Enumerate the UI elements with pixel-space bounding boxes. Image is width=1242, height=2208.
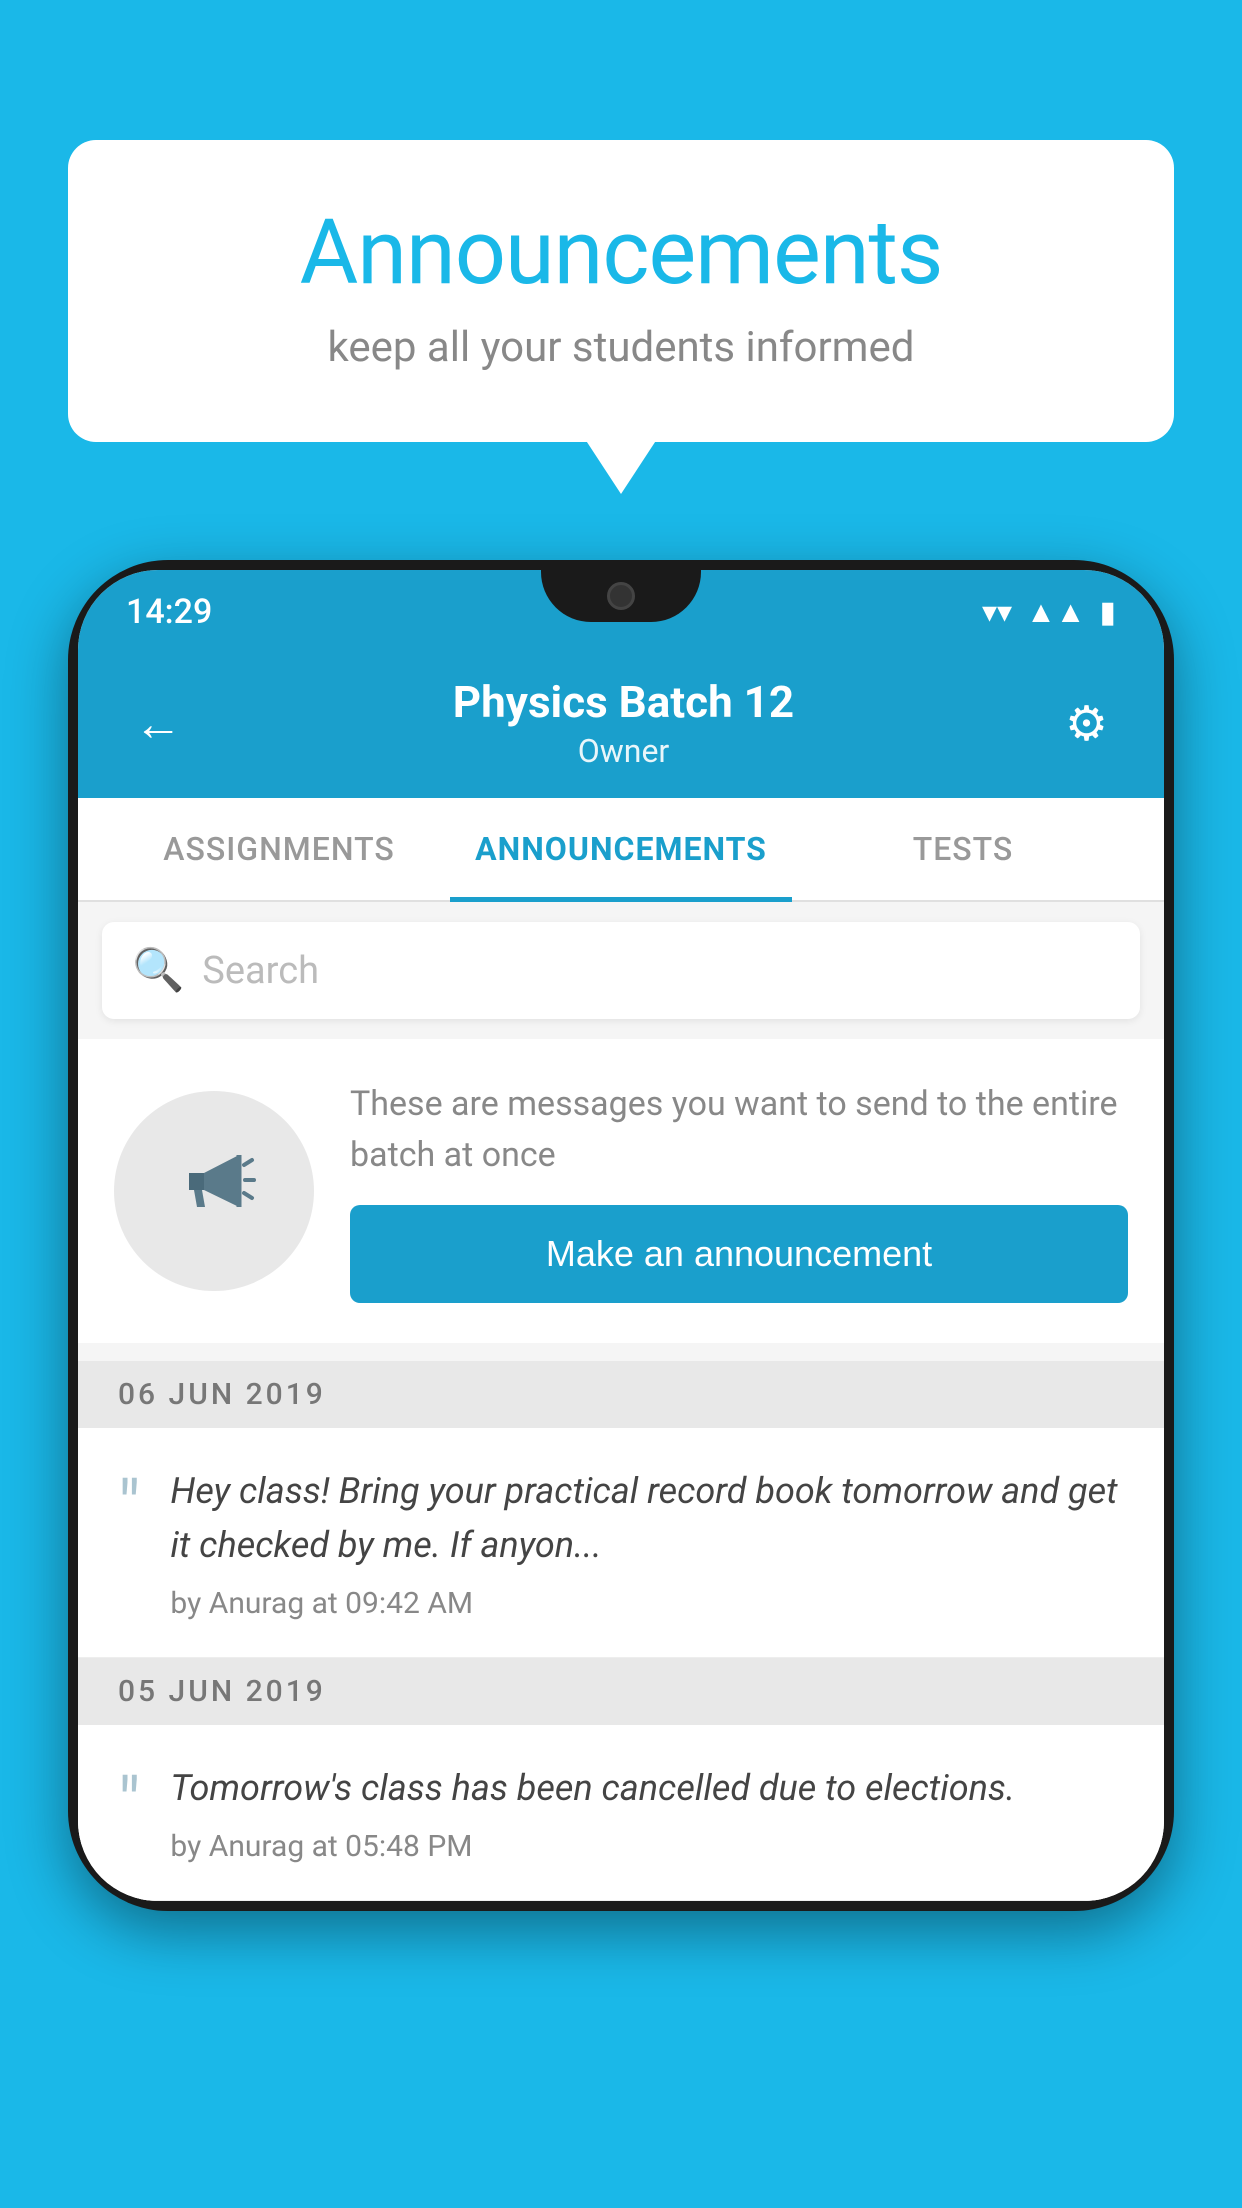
tab-announcements[interactable]: ANNOUNCEMENTS — [450, 798, 792, 900]
back-button[interactable]: ← — [126, 687, 190, 760]
app-bar-title: Physics Batch 12 — [453, 676, 794, 728]
phone-screen: 14:29 ▾▾ ▲▲ ▮ ← Physics Batch 12 Owner ⚙ — [78, 570, 1164, 1901]
status-icons: ▾▾ ▲▲ ▮ — [982, 595, 1116, 630]
promo-block: These are messages you want to send to t… — [78, 1039, 1164, 1343]
date-divider-2: 05 JUN 2019 — [78, 1658, 1164, 1725]
status-bar: 14:29 ▾▾ ▲▲ ▮ — [78, 570, 1164, 648]
status-time: 14:29 — [126, 592, 212, 632]
camera-notch — [607, 582, 635, 610]
date-divider-1: 06 JUN 2019 — [78, 1361, 1164, 1428]
promo-description: These are messages you want to send to t… — [350, 1079, 1128, 1181]
wifi-icon: ▾▾ — [982, 595, 1012, 630]
megaphone-icon — [169, 1135, 259, 1247]
tab-tests[interactable]: TESTS — [792, 798, 1134, 900]
announcement-item-2[interactable]: " Tomorrow's class has been cancelled du… — [78, 1725, 1164, 1901]
phone-wrapper: 14:29 ▾▾ ▲▲ ▮ ← Physics Batch 12 Owner ⚙ — [68, 560, 1174, 2208]
search-icon: 🔍 — [132, 946, 184, 995]
promo-right: These are messages you want to send to t… — [350, 1079, 1128, 1303]
tab-assignments[interactable]: ASSIGNMENTS — [108, 798, 450, 900]
content-area: 🔍 Search — [78, 922, 1164, 1901]
announcement-text-1: Hey class! Bring your practical record b… — [170, 1464, 1124, 1572]
speech-bubble: Announcements keep all your students inf… — [68, 140, 1174, 442]
app-bar-subtitle: Owner — [453, 732, 794, 770]
announcement-text-2: Tomorrow's class has been cancelled due … — [170, 1761, 1015, 1815]
make-announcement-button[interactable]: Make an announcement — [350, 1205, 1128, 1303]
app-bar: ← Physics Batch 12 Owner ⚙ — [78, 648, 1164, 798]
announcement-meta-2: by Anurag at 05:48 PM — [170, 1829, 1015, 1864]
announcement-item-1[interactable]: " Hey class! Bring your practical record… — [78, 1428, 1164, 1658]
app-bar-center: Physics Batch 12 Owner — [453, 676, 794, 770]
quote-icon-2: " — [118, 1769, 140, 1839]
phone-mockup: 14:29 ▾▾ ▲▲ ▮ ← Physics Batch 12 Owner ⚙ — [68, 560, 1174, 1911]
speech-bubble-area: Announcements keep all your students inf… — [68, 140, 1174, 442]
search-bar[interactable]: 🔍 Search — [102, 922, 1140, 1019]
tabs-bar: ASSIGNMENTS ANNOUNCEMENTS TESTS — [78, 798, 1164, 902]
search-placeholder: Search — [202, 949, 319, 993]
announcement-content-2: Tomorrow's class has been cancelled due … — [170, 1761, 1015, 1864]
settings-button[interactable]: ⚙ — [1057, 687, 1116, 760]
notch — [541, 570, 701, 622]
promo-icon-circle — [114, 1091, 314, 1291]
battery-icon: ▮ — [1099, 595, 1116, 630]
quote-icon-1: " — [118, 1472, 140, 1542]
bubble-subtitle: keep all your students informed — [148, 323, 1094, 372]
signal-icon: ▲▲ — [1026, 595, 1085, 630]
bubble-title: Announcements — [148, 200, 1094, 305]
announcement-content-1: Hey class! Bring your practical record b… — [170, 1464, 1124, 1621]
announcement-meta-1: by Anurag at 09:42 AM — [170, 1586, 1124, 1621]
